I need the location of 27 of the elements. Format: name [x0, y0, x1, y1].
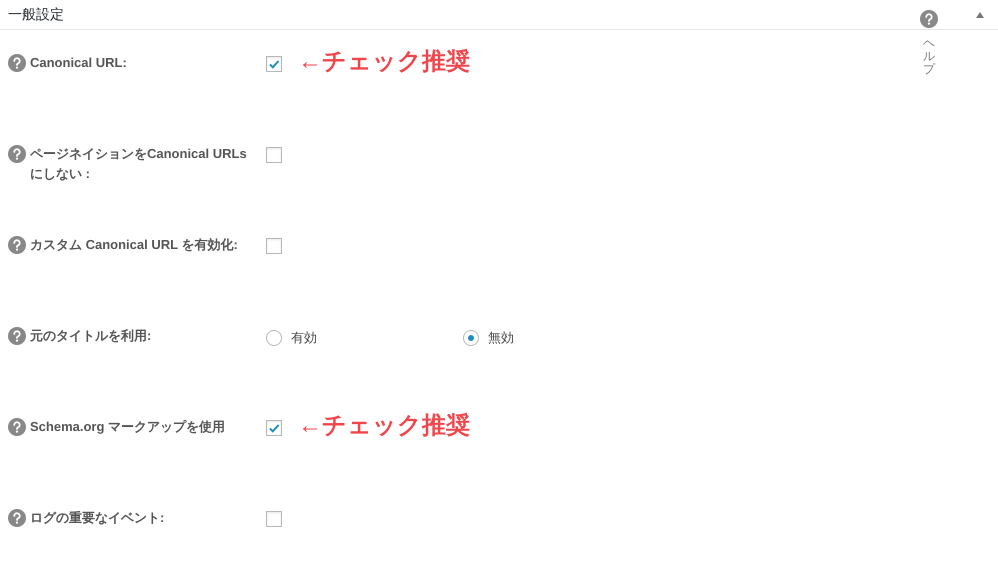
annotation: ←チェック推奨	[298, 411, 470, 441]
help-icon[interactable]	[8, 54, 26, 72]
help-icon[interactable]	[920, 10, 938, 28]
radio-button[interactable]	[266, 330, 282, 346]
radio-button[interactable]	[463, 330, 479, 346]
checkbox[interactable]	[266, 420, 282, 436]
setting-label: 元のタイトルを利用:	[30, 327, 152, 345]
panel-title: 一般設定	[8, 6, 64, 24]
setting-label: ログの重要なイベント:	[30, 509, 166, 527]
radio-label: 有効	[291, 329, 317, 347]
collapse-icon[interactable]	[976, 12, 984, 18]
help-icon[interactable]	[8, 236, 26, 254]
help-label[interactable]: ヘルプ	[923, 37, 935, 77]
checkbox[interactable]	[266, 56, 282, 72]
setting-label: Canonical URL:	[30, 54, 128, 72]
help-icon[interactable]	[8, 327, 26, 345]
checkbox[interactable]	[266, 238, 282, 254]
checkbox[interactable]	[266, 511, 282, 527]
radio-label: 無効	[488, 329, 514, 347]
setting-label: ページネイションをCanonical URLsにしない :	[30, 145, 248, 183]
checkbox[interactable]	[266, 147, 282, 163]
annotation: ←チェック推奨	[298, 47, 470, 77]
setting-label: カスタム Canonical URL を有効化:	[30, 236, 239, 254]
help-icon[interactable]	[8, 509, 26, 527]
help-icon[interactable]	[8, 145, 26, 163]
help-icon[interactable]	[8, 418, 26, 436]
setting-label: Schema.org マークアップを使用	[30, 418, 226, 436]
